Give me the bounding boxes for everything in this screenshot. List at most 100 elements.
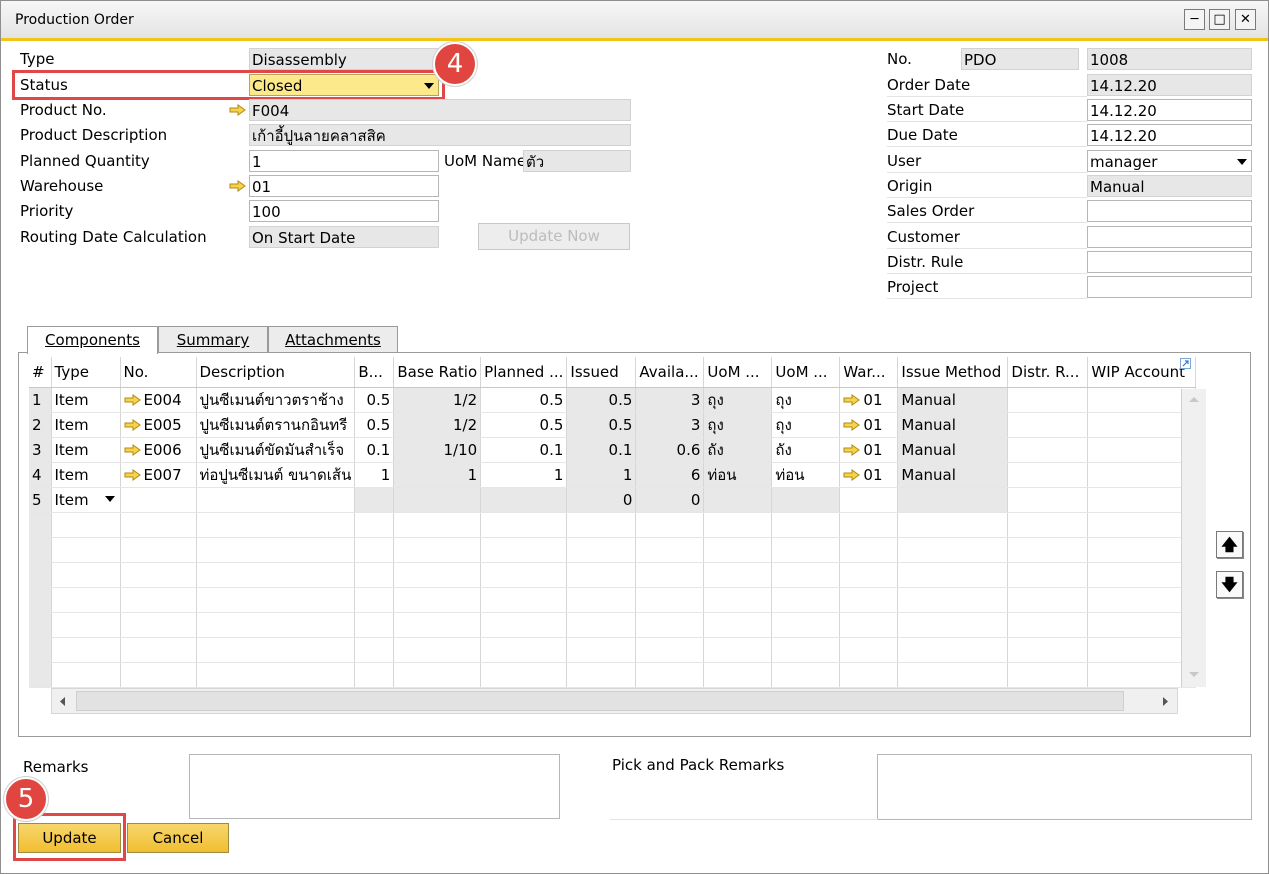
scroll-up-icon[interactable] <box>1188 395 1200 403</box>
cell-type[interactable]: Item <box>51 437 121 463</box>
start-date-input[interactable]: 14.12.20 <box>1087 99 1252 121</box>
project-input[interactable] <box>1087 276 1252 298</box>
table-row[interactable]: 1 Item E004 ปูนซีเมนต์ขาวตราช้าง 0.5 1/2 0.5 0.… <box>29 387 1197 413</box>
cell-warehouse[interactable] <box>839 487 899 513</box>
tab-summary[interactable]: Summary <box>158 326 268 353</box>
customer-input[interactable] <box>1087 226 1252 248</box>
link-arrow-icon[interactable] <box>124 393 141 406</box>
cell-uom-2[interactable]: ถัง <box>771 437 841 463</box>
table-row[interactable]: 2 Item E005 ปูนซีเมนต์ตรานกอินทรี 0.5 1/2 0.5 0… <box>29 412 1197 438</box>
cell-distr-rule[interactable] <box>1007 462 1089 488</box>
column-header[interactable]: Distr. R... <box>1007 357 1089 388</box>
column-header[interactable]: No. <box>120 357 197 388</box>
column-header[interactable]: Availa... <box>635 357 705 388</box>
link-arrow-icon[interactable] <box>843 418 861 431</box>
cell-item-no[interactable]: E005 <box>120 412 197 438</box>
column-header[interactable]: Issued <box>566 357 637 388</box>
link-arrow-icon[interactable] <box>124 443 141 456</box>
cell-wip-account[interactable] <box>1087 437 1197 463</box>
column-header[interactable]: Issue Method <box>897 357 1009 388</box>
cell-distr-rule[interactable] <box>1007 487 1089 513</box>
cell-type[interactable]: Item <box>51 412 121 438</box>
cell-base-qty[interactable]: 0.5 <box>354 387 395 413</box>
column-header[interactable]: War... <box>839 357 899 388</box>
cell-distr-rule[interactable] <box>1007 437 1089 463</box>
cell-description[interactable] <box>196 487 356 513</box>
column-header[interactable]: UoM ... <box>771 357 841 388</box>
tab-components[interactable]: Components <box>27 326 158 354</box>
minimize-button[interactable]: ─ <box>1184 9 1205 30</box>
expand-icon[interactable] <box>1180 358 1191 369</box>
cell-planned[interactable]: 0.5 <box>480 387 568 413</box>
planned-quantity-input[interactable]: 1 <box>249 150 439 172</box>
table-row[interactable]: 5 Item 0 0 <box>29 487 1197 513</box>
cell-item-no[interactable]: E007 <box>120 462 197 488</box>
cell-type[interactable]: Item <box>51 387 121 413</box>
move-row-up-button[interactable]: 🡅 <box>1216 531 1243 558</box>
scroll-left-icon[interactable] <box>58 696 66 707</box>
sales-order-input[interactable] <box>1087 200 1252 222</box>
column-header[interactable]: UoM ... <box>703 357 773 388</box>
column-header[interactable]: B... <box>354 357 395 388</box>
cell-distr-rule[interactable] <box>1007 387 1089 413</box>
cell-planned[interactable]: 1 <box>480 462 568 488</box>
cell-distr-rule[interactable] <box>1007 412 1089 438</box>
link-arrow-icon[interactable] <box>124 418 141 431</box>
cell-base-qty[interactable]: 1 <box>354 462 395 488</box>
cell-description[interactable]: ปูนซีเมนต์ขัดมันสำเร็จ <box>196 437 356 463</box>
link-arrow-icon[interactable] <box>229 180 246 192</box>
cell-item-no[interactable]: E004 <box>120 387 197 413</box>
horizontal-scrollbar[interactable] <box>51 688 1178 714</box>
maximize-button[interactable]: □ <box>1209 9 1230 30</box>
table-row[interactable]: 3 Item E006 ปูนซีเมนต์ขัดมันสำเร็จ 0.1 1/10 0.… <box>29 437 1197 463</box>
update-now-button[interactable]: Update Now <box>478 223 630 250</box>
cell-base-qty[interactable]: 0.1 <box>354 437 395 463</box>
cell-wip-account[interactable] <box>1087 462 1197 488</box>
cell-warehouse[interactable]: 01 <box>839 462 899 488</box>
priority-input[interactable]: 100 <box>249 200 439 222</box>
pick-pack-remarks-textarea[interactable] <box>877 754 1252 820</box>
link-arrow-icon[interactable] <box>229 104 246 116</box>
link-arrow-icon[interactable] <box>843 393 861 406</box>
tab-attachments[interactable]: Attachments <box>268 326 398 353</box>
column-header[interactable]: # <box>29 357 52 388</box>
due-date-input[interactable]: 14.12.20 <box>1087 124 1252 146</box>
distr-rule-input[interactable] <box>1087 251 1252 273</box>
cell-warehouse[interactable]: 01 <box>839 437 899 463</box>
cell-wip-account[interactable] <box>1087 387 1197 413</box>
cell-planned[interactable]: 0.5 <box>480 412 568 438</box>
vertical-scrollbar[interactable] <box>1181 389 1206 687</box>
link-arrow-icon[interactable] <box>843 443 861 456</box>
cell-uom-2[interactable]: ถุง <box>771 412 841 438</box>
cell-description[interactable]: ปูนซีเมนต์ขาวตราช้าง <box>196 387 356 413</box>
link-arrow-icon[interactable] <box>124 468 141 481</box>
column-header[interactable]: Planned ... <box>480 357 568 388</box>
cell-base-qty[interactable]: 0.5 <box>354 412 395 438</box>
column-header[interactable]: Base Ratio <box>393 357 482 388</box>
move-row-down-button[interactable]: 🡇 <box>1216 571 1243 598</box>
cell-warehouse[interactable]: 01 <box>839 412 899 438</box>
cell-warehouse[interactable]: 01 <box>839 387 899 413</box>
cell-description[interactable]: ปูนซีเมนต์ตรานกอินทรี <box>196 412 356 438</box>
cell-uom-2[interactable]: ถุง <box>771 387 841 413</box>
scroll-thumb[interactable] <box>76 691 1124 711</box>
scroll-right-icon[interactable] <box>1162 696 1170 707</box>
cell-type[interactable]: Item <box>51 462 121 488</box>
warehouse-input[interactable]: 01 <box>249 175 439 197</box>
cell-wip-account[interactable] <box>1087 412 1197 438</box>
cell-wip-account[interactable] <box>1087 487 1197 513</box>
cell-item-no[interactable] <box>120 487 197 513</box>
remarks-textarea[interactable] <box>189 754 560 819</box>
cell-description[interactable]: ท่อปูนซีเมนต์ ขนาดเส้น <box>196 462 356 488</box>
cell-planned[interactable]: 0.1 <box>480 437 568 463</box>
cell-uom-2[interactable]: ท่อน <box>771 462 841 488</box>
cell-item-no[interactable]: E006 <box>120 437 197 463</box>
cell-type-dropdown[interactable]: Item <box>51 487 121 513</box>
column-header[interactable]: Description <box>196 357 356 388</box>
link-arrow-icon[interactable] <box>843 468 861 481</box>
column-header[interactable]: Type <box>51 357 121 388</box>
table-row[interactable]: 4 Item E007 ท่อปูนซีเมนต์ ขนาดเส้น 1 1 1 1 6 ท่อน… <box>29 462 1197 488</box>
cancel-button[interactable]: Cancel <box>127 823 229 853</box>
close-button[interactable]: ✕ <box>1235 9 1256 30</box>
user-dropdown[interactable]: manager <box>1087 150 1252 172</box>
